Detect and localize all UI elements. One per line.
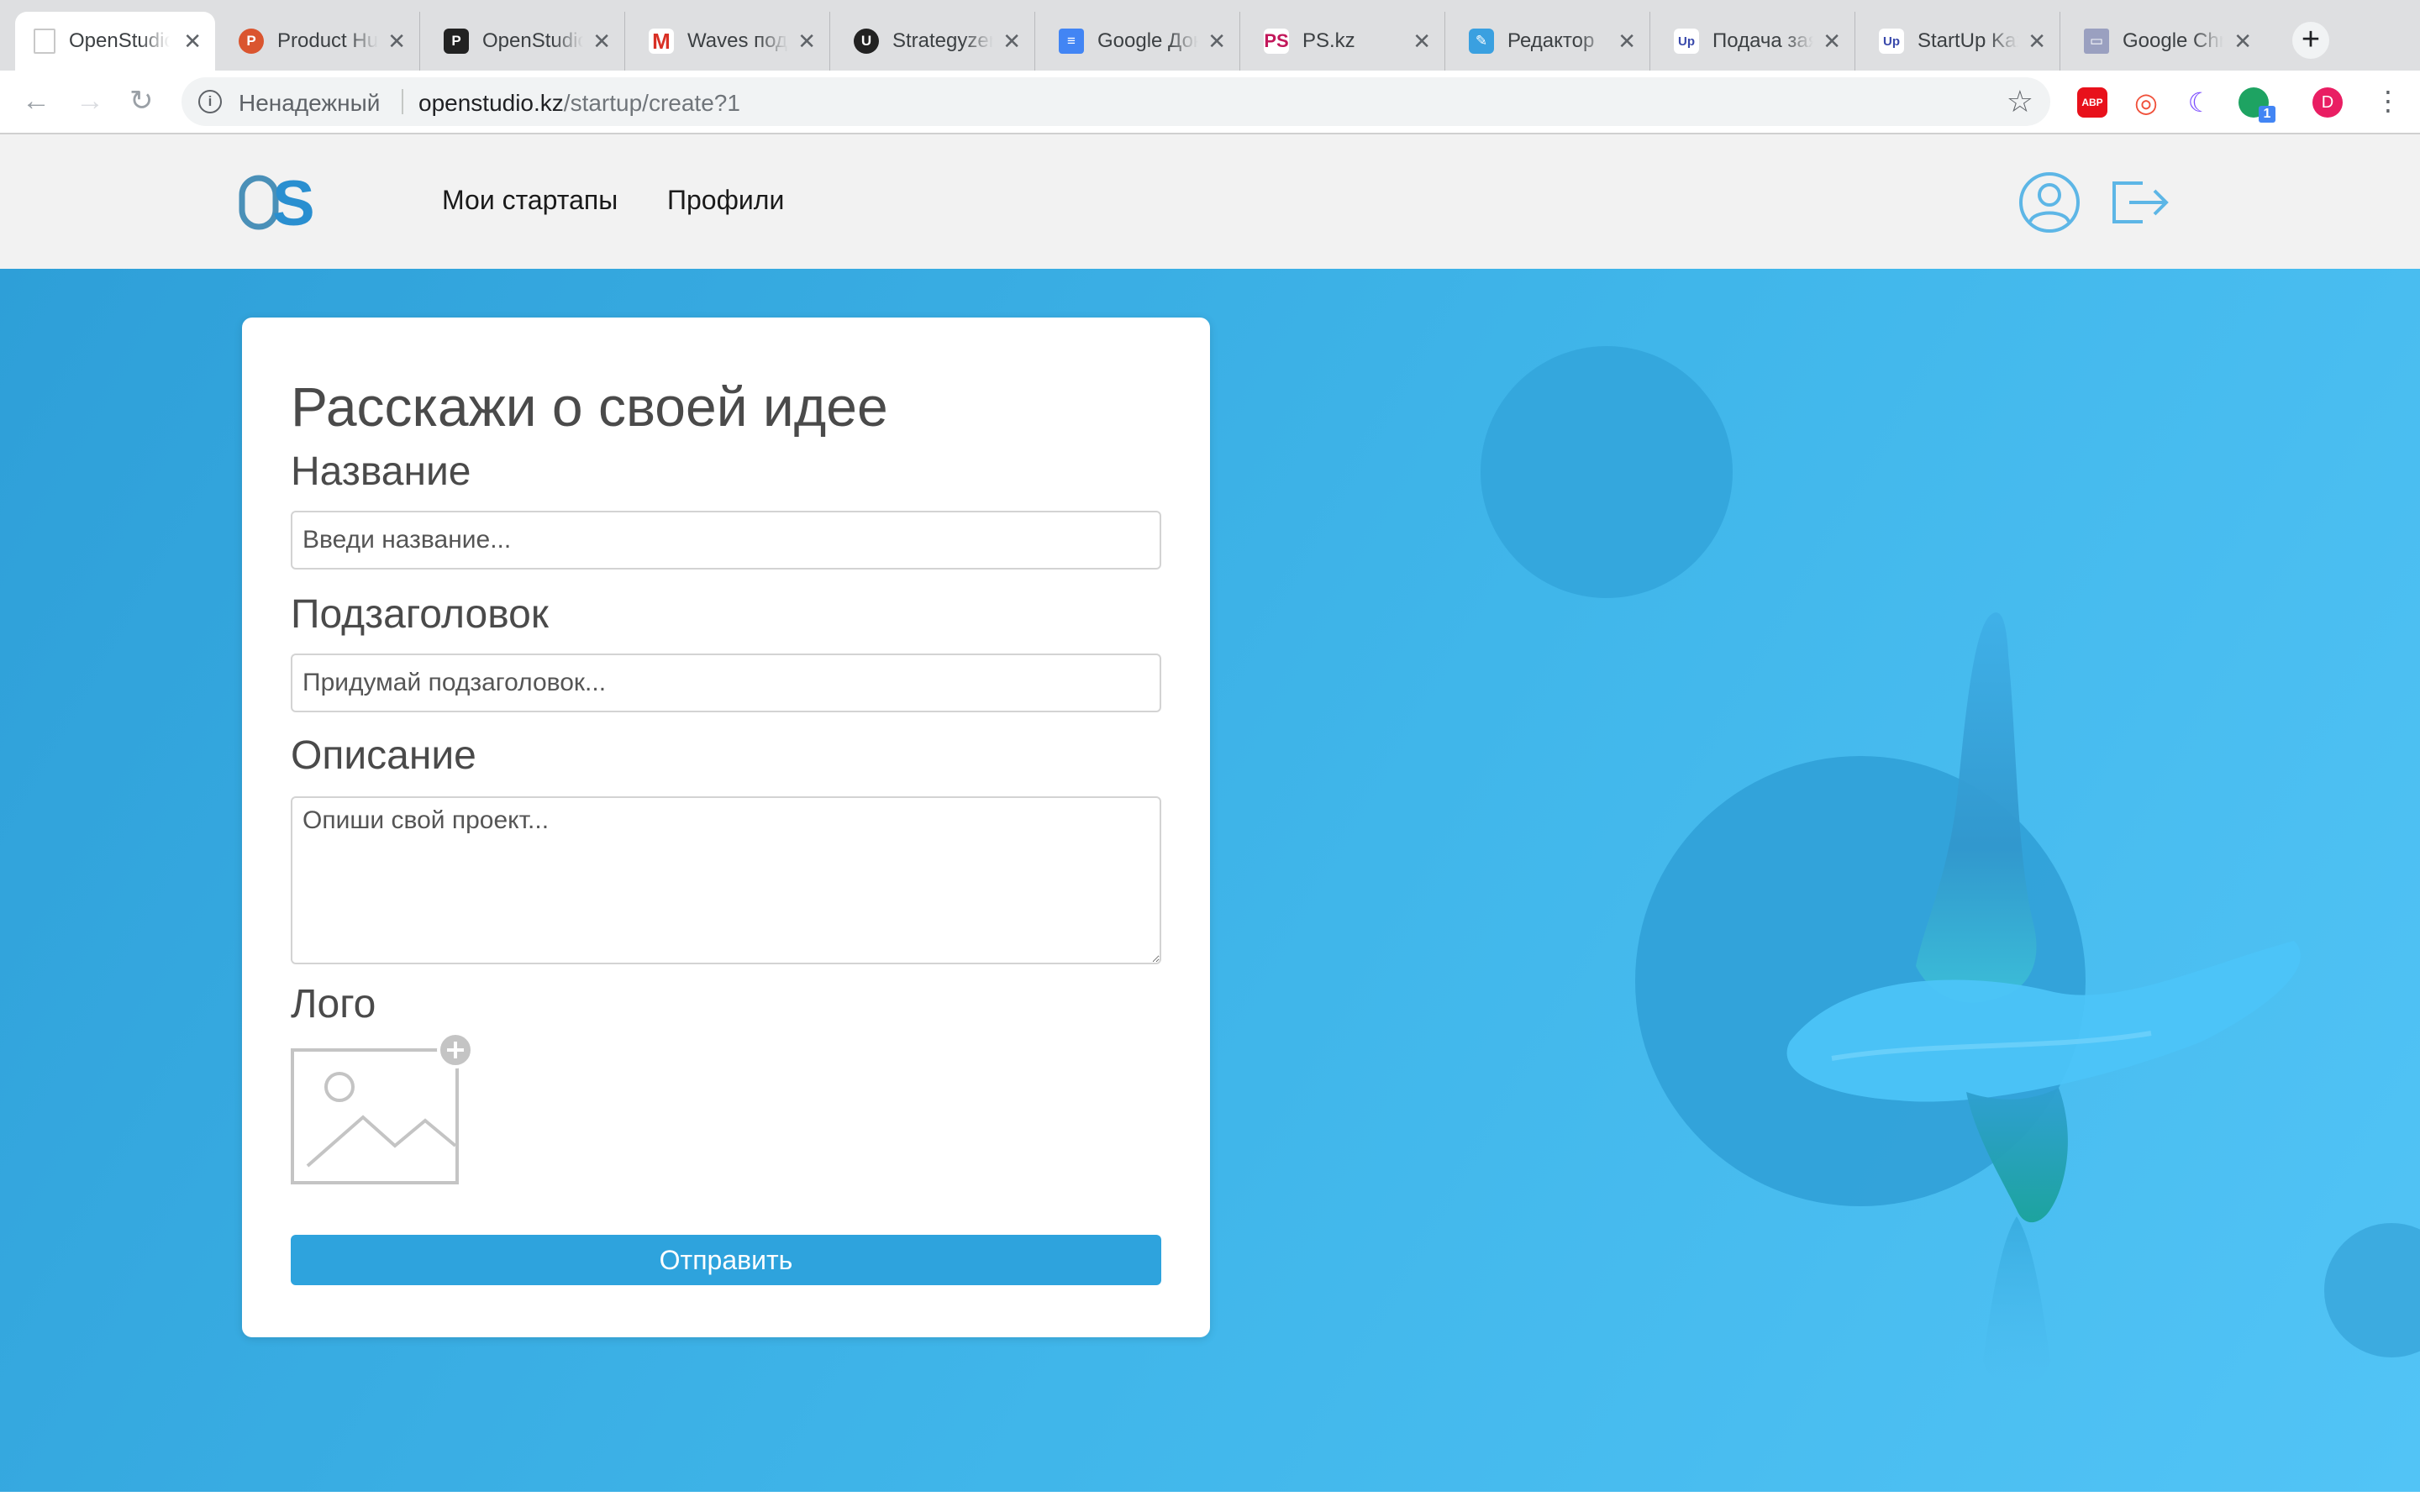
url-host: openstudio.kz [418, 90, 564, 116]
user-profile-icon[interactable] [2018, 171, 2081, 234]
forward-arrow-icon[interactable]: → [76, 86, 104, 116]
browser-tab-product-hunt[interactable]: P Product Hunt ✕ [220, 12, 420, 71]
browser-tab-gmail[interactable]: M Waves подборка ✕ [630, 12, 830, 71]
close-tab-icon[interactable]: ✕ [1823, 29, 1841, 55]
decor-circle-edge [2324, 1223, 2420, 1357]
security-status[interactable]: Ненадежный [239, 90, 380, 117]
close-tab-icon[interactable]: ✕ [183, 29, 202, 55]
nav-profiles[interactable]: Профили [667, 185, 784, 216]
logout-icon[interactable] [2109, 171, 2171, 234]
address-divider [402, 89, 403, 114]
add-plus-icon [437, 1032, 474, 1068]
new-tab-button[interactable]: + [2292, 22, 2329, 59]
back-arrow-icon[interactable]: ← [22, 86, 50, 116]
tab-title: StartUp Kazakhstan [1918, 29, 2018, 52]
logo-label: Лого [291, 982, 376, 1026]
reload-icon[interactable]: ↻ [129, 86, 154, 116]
gmail-icon: M [649, 29, 674, 54]
monitor-icon: ▭ [2084, 29, 2109, 54]
tab-title: Google Документы [1097, 29, 1198, 52]
openstudio-logo[interactable]: S [239, 168, 323, 235]
strategyzer-icon: U [854, 29, 879, 54]
close-tab-icon[interactable]: ✕ [2233, 29, 2252, 55]
browser-tab-strip: OpenStudio ✕ P Product Hunt ✕ P OpenStud… [0, 0, 2420, 71]
tab-title: PS.kz [1302, 29, 1355, 52]
browser-tab-google-chrome[interactable]: ▭ Google Chrome ✕ [2065, 12, 2265, 71]
browser-menu-icon[interactable]: ⋮ [2375, 84, 2402, 118]
tab-title: Product Hunt [277, 29, 378, 52]
close-tab-icon[interactable]: ✕ [1413, 29, 1431, 55]
url-text[interactable]: openstudio.kz/startup/create?1 [418, 90, 740, 117]
chat-extension-icon[interactable]: 1 [2238, 87, 2275, 123]
startup-form-card: Расскажи о своей идее Название Подзаголо… [242, 318, 1210, 1337]
browser-tab-openstudio[interactable]: P OpenStudio ✕ [425, 12, 625, 71]
spinning-top-illustration [1786, 612, 2301, 1386]
description-textarea[interactable] [291, 796, 1161, 964]
browser-toolbar: ← → ↻ i Ненадежный openstudio.kz/startup… [0, 71, 2420, 134]
tab-title: OpenStudio [69, 29, 170, 52]
product-hunt-icon: P [239, 29, 264, 54]
tab-title: Strategyzer [892, 29, 993, 52]
tab-title: OpenStudio [482, 29, 583, 52]
bookmark-star-icon[interactable]: ☆ [2007, 84, 2033, 119]
name-input[interactable] [291, 511, 1161, 570]
nav-my-startups[interactable]: Мои стартапы [442, 185, 618, 216]
subtitle-label: Подзаголовок [291, 592, 549, 637]
site-header: S Мои стартапы Профили [0, 134, 2420, 269]
tab-title: Waves подборка [687, 29, 788, 52]
adblock-plus-icon[interactable]: ABP [2077, 87, 2107, 118]
target-extension-icon[interactable]: ◎ [2131, 87, 2161, 118]
svg-text:S: S [272, 168, 315, 235]
editor-icon: ✎ [1469, 29, 1494, 54]
address-bar[interactable]: i Ненадежный openstudio.kz/startup/creat… [182, 77, 2050, 126]
subtitle-input[interactable] [291, 654, 1161, 712]
browser-tab-editor[interactable]: ✎ Редактор ✕ [1450, 12, 1650, 71]
close-tab-icon[interactable]: ✕ [797, 29, 816, 55]
blank-page-icon [34, 29, 55, 54]
ps-kz-icon: PS [1264, 29, 1289, 54]
extension-badge: 1 [2259, 106, 2275, 123]
browser-tab-startup-kz[interactable]: Up StartUp Kazakhstan ✕ [1860, 12, 2060, 71]
logo-upload-image-icon[interactable] [291, 1030, 476, 1186]
close-tab-icon[interactable]: ✕ [2028, 29, 2046, 55]
tab-title: Редактор [1507, 29, 1595, 52]
decor-circle-small [1481, 346, 1733, 598]
browser-tab-application[interactable]: Up Подача заявки ✕ [1655, 12, 1855, 71]
browser-tab-ps-kz[interactable]: PS PS.kz ✕ [1245, 12, 1445, 71]
profile-avatar-icon[interactable]: D [2312, 87, 2343, 118]
tab-title: Подача заявки [1712, 29, 1813, 52]
startup-kz-icon: Up [1674, 29, 1699, 54]
url-path: /startup/create?1 [563, 90, 740, 116]
startup-kz-icon: Up [1879, 29, 1904, 54]
info-icon[interactable]: i [198, 90, 222, 113]
google-docs-icon: ≡ [1059, 29, 1084, 54]
browser-tab-openstudio-active[interactable]: OpenStudio ✕ [15, 12, 215, 71]
close-tab-icon[interactable]: ✕ [1002, 29, 1021, 55]
submit-button[interactable]: Отправить [291, 1235, 1161, 1285]
form-heading: Расскажи о своей идее [291, 375, 888, 438]
tab-title: Google Chrome [2123, 29, 2223, 52]
page-bottom-edge [0, 1492, 2420, 1512]
browser-tab-google-docs[interactable]: ≡ Google Документы ✕ [1040, 12, 1240, 71]
close-tab-icon[interactable]: ✕ [592, 29, 611, 55]
description-label: Описание [291, 733, 476, 778]
close-tab-icon[interactable]: ✕ [1618, 29, 1636, 55]
openstudio-icon: P [444, 29, 469, 54]
close-tab-icon[interactable]: ✕ [387, 29, 406, 55]
moon-extension-icon[interactable]: ☾ [2185, 87, 2215, 118]
close-tab-icon[interactable]: ✕ [1207, 29, 1226, 55]
browser-tab-strategyzer[interactable]: U Strategyzer ✕ [835, 12, 1035, 71]
name-label: Название [291, 449, 471, 494]
